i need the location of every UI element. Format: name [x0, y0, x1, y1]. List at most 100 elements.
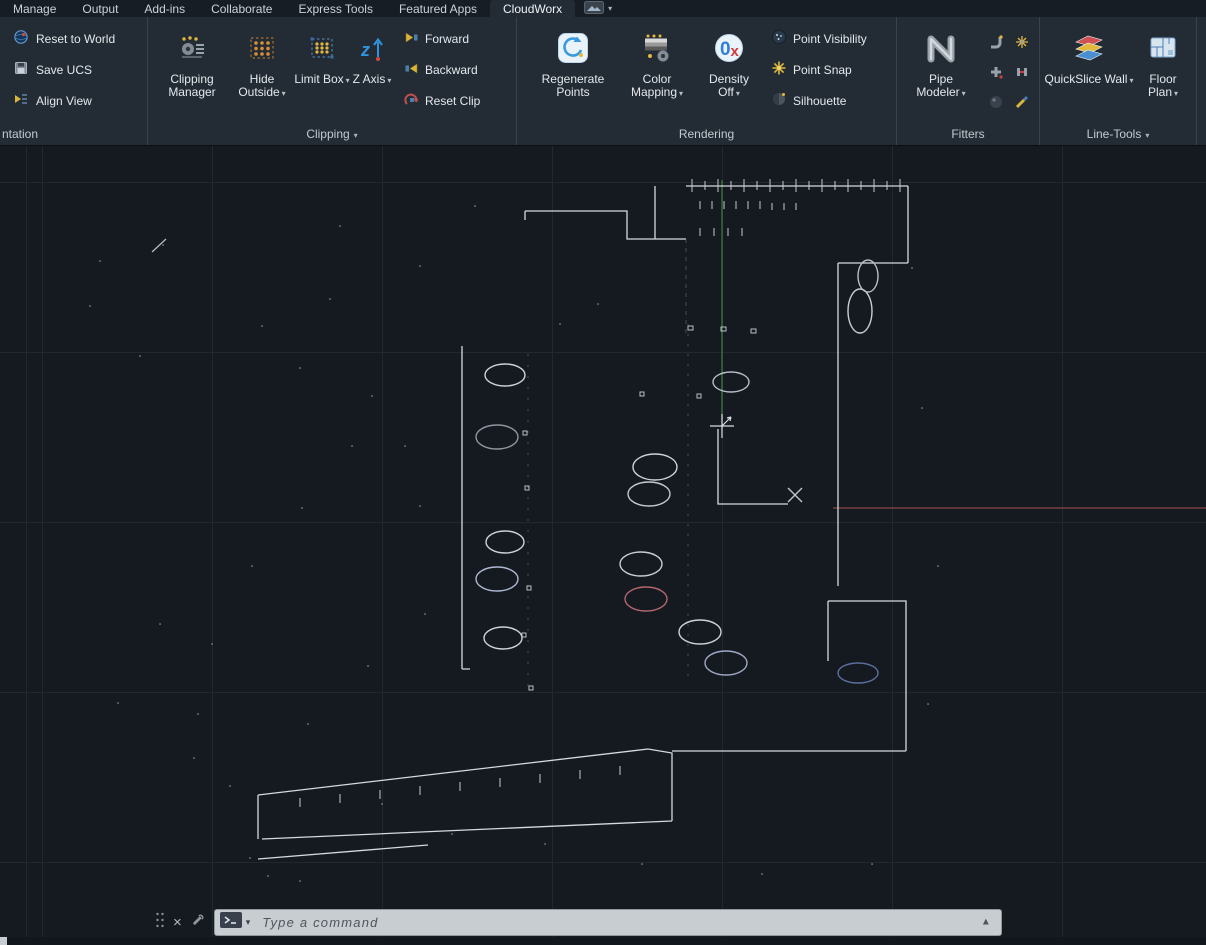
- drawing-viewport[interactable]: [0, 145, 1206, 945]
- regenerate-points-button[interactable]: Regenerate Points: [529, 23, 617, 116]
- panel-orientation: Reset to World Save UCS Align View ntati…: [0, 17, 148, 145]
- panel-line-tools: QuickSlice Wall▾ Floor Plan▾ Line-Tools▾: [1040, 17, 1197, 145]
- floor-plan-button[interactable]: Floor Plan▾: [1134, 23, 1192, 100]
- reset-clip-icon: [404, 92, 419, 110]
- dark-sphere-button[interactable]: [988, 94, 1004, 115]
- tab-manage[interactable]: Manage: [0, 0, 69, 17]
- command-input[interactable]: [254, 915, 1000, 930]
- limit-box-icon: [308, 23, 336, 73]
- save-ucs-icon: [13, 60, 29, 79]
- point-cloud-noise: [90, 206, 938, 881]
- button-label: Color Mapping: [631, 72, 677, 99]
- chevron-up-icon[interactable]: ▲: [981, 917, 991, 928]
- pipe-modeler-button[interactable]: Pipe Modeler▾: [903, 23, 979, 119]
- density-off-icon: 0x: [714, 23, 744, 73]
- point-cloud-slash: [152, 239, 166, 252]
- align-view-icon: [13, 91, 29, 110]
- chevron-down-icon: ▾: [608, 4, 612, 13]
- panel-label-rendering[interactable]: Rendering: [517, 125, 896, 145]
- chevron-down-icon: ▾: [1145, 131, 1149, 140]
- sparkle-fitting-button[interactable]: [1014, 34, 1030, 55]
- forward-icon: [404, 30, 419, 48]
- hide-outside-button[interactable]: Hide Outside▾: [230, 23, 294, 116]
- button-label: Silhouette: [793, 94, 846, 108]
- backward-button[interactable]: Backward: [404, 54, 480, 85]
- drag-handle-icon[interactable]: [155, 911, 165, 934]
- panel-label-clipping[interactable]: Clipping▾: [148, 125, 516, 145]
- button-label: Z Axis: [353, 72, 386, 86]
- point-cloud-canvas: [0, 146, 1206, 945]
- tee-fitting-button[interactable]: [988, 64, 1004, 85]
- button-label: Point Snap: [793, 63, 852, 77]
- button-label: Limit Box: [294, 72, 343, 86]
- chevron-down-icon: ▾: [354, 131, 358, 140]
- flange-fitting-button[interactable]: [1014, 64, 1030, 85]
- close-icon[interactable]: ×: [173, 915, 182, 930]
- reset-to-world-icon: [13, 29, 29, 48]
- forward-button[interactable]: Forward: [404, 23, 480, 54]
- point-cloud-hatch: [300, 179, 900, 807]
- tab-featured-apps[interactable]: Featured Apps: [386, 0, 490, 17]
- chevron-down-icon: ▾: [962, 89, 966, 98]
- tab-cloudworx[interactable]: CloudWorx: [490, 0, 575, 17]
- regenerate-points-icon: [558, 23, 588, 73]
- panel-label-line-tools[interactable]: Line-Tools▾: [1040, 125, 1196, 145]
- color-mapping-button[interactable]: Color Mapping▾: [617, 23, 697, 116]
- chevron-down-icon: ▾: [282, 89, 286, 98]
- button-label: Density Off: [709, 72, 749, 99]
- button-label: Floor Plan: [1148, 72, 1177, 99]
- limit-box-button[interactable]: Limit Box▾: [294, 23, 350, 116]
- ribbon-display-toggle[interactable]: ▾: [575, 0, 621, 17]
- pencil-fitting-button[interactable]: [1014, 94, 1030, 115]
- quickslice-wall-button[interactable]: QuickSlice Wall▾: [1044, 23, 1134, 100]
- tab-output[interactable]: Output: [69, 0, 131, 17]
- reset-clip-button[interactable]: Reset Clip: [404, 85, 480, 116]
- tab-collaborate[interactable]: Collaborate: [198, 0, 285, 17]
- panel-label-orientation[interactable]: ntation: [0, 125, 147, 145]
- button-label: Forward: [425, 32, 469, 46]
- wrench-icon[interactable]: [190, 912, 206, 933]
- autocad-window: Manage Output Add-ins Collaborate Expres…: [0, 0, 1206, 945]
- save-ucs-button[interactable]: Save UCS: [0, 54, 147, 85]
- button-label: Reset Clip: [425, 94, 480, 108]
- svg-text:z: z: [360, 40, 370, 60]
- floor-plan-icon: [1148, 23, 1178, 73]
- panel-rendering: Regenerate Points Color Mapping▾ 0x Dens…: [517, 17, 897, 145]
- tab-add-ins[interactable]: Add-ins: [131, 0, 198, 17]
- align-view-button[interactable]: Align View: [0, 85, 147, 116]
- reset-to-world-button[interactable]: Reset to World: [0, 23, 147, 54]
- status-corner-chip: [0, 937, 7, 945]
- button-label: QuickSlice Wall: [1045, 72, 1128, 86]
- image-icon: [584, 1, 604, 17]
- panel-label-fitters[interactable]: Fitters: [897, 125, 1039, 145]
- backward-icon: [404, 61, 419, 79]
- density-off-button[interactable]: 0x Density Off▾: [697, 23, 761, 116]
- point-snap-button[interactable]: Point Snap: [771, 54, 867, 85]
- silhouette-button[interactable]: Silhouette: [771, 85, 867, 116]
- button-label: Point Visibility: [793, 32, 867, 46]
- ucs-origin-icon: [710, 414, 734, 438]
- point-visibility-button[interactable]: Point Visibility: [771, 23, 867, 54]
- svg-text:0: 0: [720, 39, 731, 60]
- z-axis-button[interactable]: z Z Axis▾: [350, 23, 394, 116]
- tab-express-tools[interactable]: Express Tools: [285, 0, 385, 17]
- button-label: Clipping Manager: [168, 72, 215, 99]
- pipe-modeler-icon: [923, 23, 959, 73]
- status-bar-strip: [0, 937, 1206, 945]
- button-label: Reset to World: [36, 32, 115, 46]
- chevron-down-icon[interactable]: ▾: [246, 917, 251, 928]
- hide-outside-icon: [248, 23, 276, 73]
- button-label: Pipe Modeler: [916, 72, 959, 99]
- clipping-manager-button[interactable]: Clipping Manager: [154, 23, 230, 116]
- point-cloud-walls: [258, 186, 908, 859]
- command-bar[interactable]: ▾ ▲: [214, 909, 1002, 936]
- color-mapping-icon: [642, 23, 672, 73]
- command-line-dock: × ▾ ▲: [155, 908, 1002, 936]
- point-cloud-partitions: [528, 239, 688, 691]
- elbow-fitting-button[interactable]: [988, 34, 1004, 55]
- point-cloud-fixtures: [476, 260, 878, 683]
- button-label: Regenerate Points: [542, 72, 605, 99]
- cursor-x-marker: [788, 488, 802, 502]
- button-label: Align View: [36, 94, 92, 108]
- chevron-down-icon: ▾: [736, 89, 740, 98]
